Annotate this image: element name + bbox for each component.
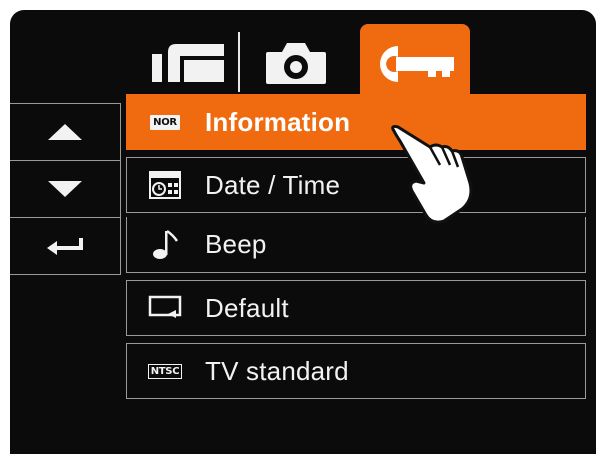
settings-menu: NOR Information Date / Time Beep Default… <box>126 94 588 406</box>
music-note-icon <box>153 229 179 259</box>
menu-item-label: Default <box>205 292 289 323</box>
menu-item-label: Date / Time <box>205 169 341 200</box>
return-button[interactable] <box>10 218 121 275</box>
tab-camera[interactable] <box>242 26 350 100</box>
wrench-icon <box>380 46 454 82</box>
ntsc-badge-icon: NTSC <box>145 357 185 385</box>
arrow-down-icon <box>48 181 82 197</box>
tab-setup[interactable] <box>360 24 470 104</box>
camera-settings-screen: NOR Information Date / Time Beep Default… <box>10 10 596 454</box>
menu-item-label: TV standard <box>205 355 349 386</box>
arrow-up-icon <box>48 124 82 140</box>
scroll-down-button[interactable] <box>10 161 121 218</box>
menu-item-information[interactable]: NOR Information <box>126 94 586 150</box>
menu-item-default[interactable]: Default <box>126 280 586 336</box>
date-time-icon <box>149 171 181 199</box>
menu-item-label: Beep <box>205 229 267 259</box>
return-icon <box>47 238 83 255</box>
menu-item-date-time[interactable]: Date / Time <box>126 157 586 213</box>
default-screen-icon <box>148 295 182 318</box>
nor-badge-icon: NOR <box>145 108 185 136</box>
menu-item-label: Information <box>205 106 351 137</box>
camera-icon <box>266 43 326 84</box>
menu-item-beep[interactable]: Beep <box>126 217 586 273</box>
menu-item-tv-standard[interactable]: NTSC TV standard <box>126 343 586 399</box>
scroll-up-button[interactable] <box>10 104 121 161</box>
pointing-hand-icon <box>391 125 473 224</box>
tab-display[interactable] <box>138 26 238 100</box>
display-mode-icon <box>152 44 224 82</box>
side-navigation <box>10 103 121 278</box>
tab-separator <box>238 32 240 92</box>
